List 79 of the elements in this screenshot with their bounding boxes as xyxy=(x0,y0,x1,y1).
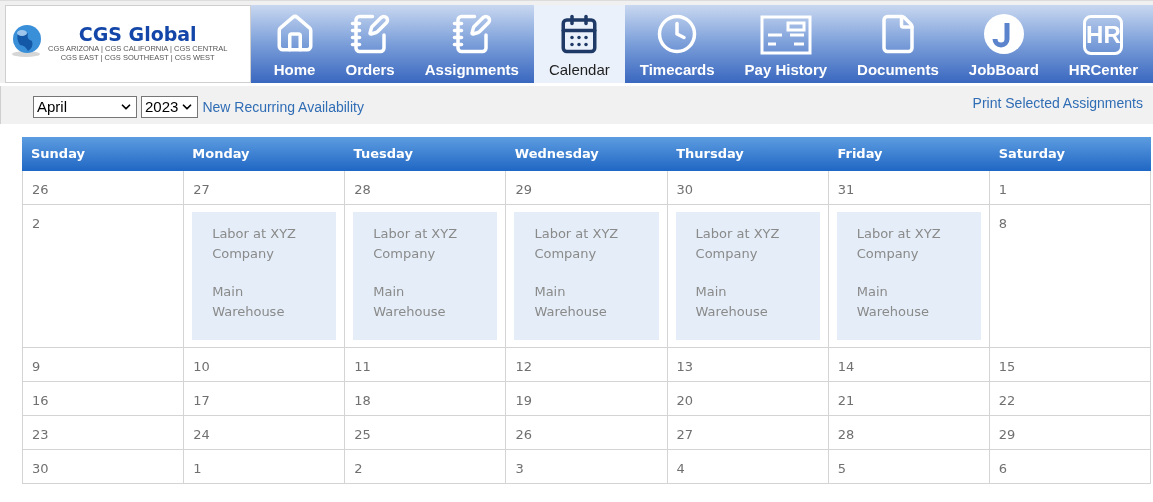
assignment-title: Labor at XYZ Company xyxy=(534,225,620,263)
day-number: 4 xyxy=(676,461,685,476)
weekday-label: Sunday xyxy=(30,145,87,164)
assignment-card[interactable]: Labor at XYZ Company Main Warehouse xyxy=(514,212,659,340)
day-number: 2 xyxy=(32,216,41,231)
print-assignments-link[interactable]: Print Selected Assignments xyxy=(972,93,1143,114)
day-number: 30 xyxy=(32,461,49,476)
assignment-location: Main Warehouse xyxy=(373,283,447,321)
weekday-label: Monday xyxy=(191,145,251,164)
day-number: 16 xyxy=(32,393,49,408)
day-number: 26 xyxy=(32,182,49,197)
day-number: 1 xyxy=(998,182,1008,197)
day-number: 5 xyxy=(837,461,846,476)
day-number: 1 xyxy=(193,461,202,476)
nav-tab[interactable]: Pay History xyxy=(729,5,843,83)
day-number: 3 xyxy=(515,461,524,476)
day-number: 19 xyxy=(515,393,532,408)
nav-tab[interactable]: Timecards xyxy=(624,5,730,83)
day-number: 13 xyxy=(676,359,694,374)
assignment-card[interactable]: Labor at XYZ Company Main Warehouse xyxy=(836,212,981,340)
day-number: 25 xyxy=(354,427,371,442)
day-number: 30 xyxy=(676,182,694,197)
assignment-title: Labor at XYZ Company xyxy=(373,225,459,263)
hr-icon: HR xyxy=(1083,15,1124,55)
assignment-location: Main Warehouse xyxy=(856,283,930,321)
year-select[interactable]: 2023 xyxy=(141,96,199,118)
assignment-title: Labor at XYZ Company xyxy=(695,225,781,263)
day-number: 31 xyxy=(837,182,855,197)
day-number: 2 xyxy=(354,461,363,476)
day-number: 27 xyxy=(676,427,694,442)
month-select[interactable]: April xyxy=(33,96,137,118)
weekday-label: Wednesday xyxy=(513,145,600,164)
logo-title: CGS Global xyxy=(78,24,197,44)
assignment-location: Main Warehouse xyxy=(695,283,769,321)
day-number: 6 xyxy=(998,461,1008,476)
nav-tab[interactable]: HR HRCenter xyxy=(1053,5,1153,83)
notepad-pencil-icon xyxy=(349,13,392,55)
nav-tab[interactable]: Calendar xyxy=(533,5,625,83)
weekday-label: Friday xyxy=(836,145,884,164)
assignment-title: Labor at XYZ Company xyxy=(212,225,297,263)
weekday-label: Saturday xyxy=(997,145,1066,164)
nav-tab[interactable]: Home xyxy=(258,5,331,83)
recurring-availability-link[interactable]: New Recurring Availability xyxy=(202,96,364,118)
day-number: 23 xyxy=(32,427,49,442)
day-number: 29 xyxy=(515,182,532,197)
nav-tab[interactable]: Orders xyxy=(330,5,410,83)
assignment-location: Main Warehouse xyxy=(212,283,286,321)
nav-tab[interactable]: JobBoard xyxy=(953,5,1054,83)
day-number: 28 xyxy=(354,182,371,197)
assignment-card[interactable]: Labor at XYZ Company Main Warehouse xyxy=(353,212,498,340)
day-number: 10 xyxy=(193,359,210,374)
clock-icon xyxy=(656,13,699,55)
day-number: 8 xyxy=(998,216,1008,231)
day-number: 20 xyxy=(676,393,694,408)
jobboard-icon xyxy=(982,13,1025,55)
day-number: 9 xyxy=(32,359,41,374)
day-number: 22 xyxy=(998,393,1016,408)
assignment-title: Labor at XYZ Company xyxy=(856,225,942,263)
assignment-location: Main Warehouse xyxy=(534,283,608,321)
day-number: 26 xyxy=(515,427,532,442)
day-number: 15 xyxy=(998,359,1016,374)
weekday-label: Tuesday xyxy=(352,145,414,164)
day-number: 21 xyxy=(837,393,855,408)
day-number: 11 xyxy=(354,359,371,374)
assignment-card[interactable]: Labor at XYZ Company Main Warehouse xyxy=(675,212,820,340)
notepad-pencil-icon xyxy=(450,13,493,55)
weekday-label: Thursday xyxy=(675,145,745,164)
day-number: 28 xyxy=(837,427,855,442)
nav-tab[interactable]: Documents xyxy=(842,5,954,83)
day-number: 12 xyxy=(515,359,532,374)
day-number: 18 xyxy=(354,393,371,408)
day-number: 24 xyxy=(193,427,210,442)
assignment-card[interactable]: Labor at XYZ Company Main Warehouse xyxy=(192,212,337,340)
day-number: 17 xyxy=(193,393,210,408)
day-number: 14 xyxy=(837,359,855,374)
day-number: 29 xyxy=(998,427,1016,442)
day-number: 27 xyxy=(193,182,210,197)
card-icon xyxy=(759,15,812,55)
nav-tab[interactable]: Assignments xyxy=(409,5,534,83)
